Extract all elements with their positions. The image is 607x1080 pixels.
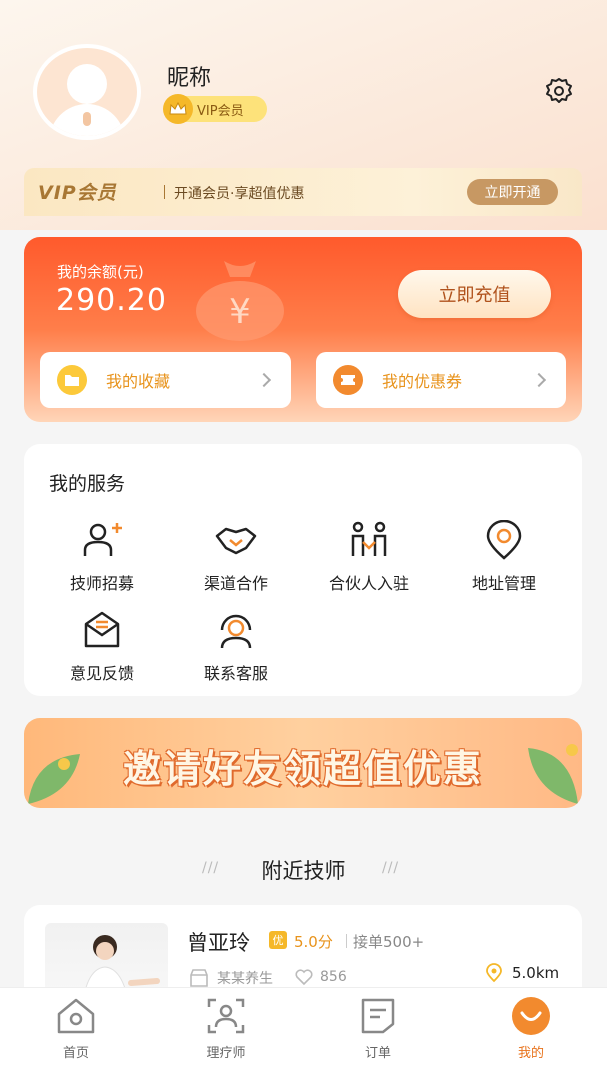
vip-bar-divider — [164, 185, 165, 199]
service-technician-recruit[interactable]: 技师招募 — [42, 520, 162, 594]
balance-label: 我的余额(元) — [57, 263, 144, 281]
tab-label: 首页 — [62, 1046, 89, 1061]
add-user-icon — [83, 523, 122, 556]
avatar-tie-shape — [83, 112, 91, 126]
technician-shop: 某某养生 — [189, 968, 273, 988]
avatar-head-shape — [67, 64, 107, 104]
partners-icon — [351, 521, 387, 556]
folder-icon — [57, 365, 87, 395]
therapist-icon — [204, 996, 248, 1036]
vip-promo-bar[interactable]: VIP会员 开通会员·享超值优惠 立即开通 — [24, 168, 582, 216]
order-icon — [356, 996, 400, 1036]
service-contact-support[interactable]: 联系客服 — [176, 610, 296, 684]
balance-card: ¥ 我的余额(元) 290.20 立即充值 我的收藏 我的优惠券 — [24, 237, 582, 422]
vip-bar-description: 开通会员·享超值优惠 — [174, 186, 305, 202]
tab-mine[interactable]: 我的 — [481, 996, 581, 1061]
avatar[interactable] — [33, 44, 141, 140]
technician-distance: 5.0km — [484, 963, 559, 983]
my-coupons-button[interactable]: 我的优惠券 — [316, 352, 566, 408]
recharge-button[interactable]: 立即充值 — [398, 270, 551, 318]
my-favorites-label: 我的收藏 — [106, 372, 171, 391]
svg-text:¥: ¥ — [229, 292, 251, 332]
technician-orders: 接单500+ — [353, 933, 425, 951]
tab-label: 我的 — [517, 1046, 544, 1061]
distance-value: 5.0km — [512, 964, 560, 982]
store-icon — [190, 969, 208, 987]
service-label: 技师招募 — [69, 574, 134, 593]
service-feedback[interactable]: 意见反馈 — [42, 610, 162, 684]
quality-tag: 优 — [269, 931, 287, 949]
handshake-icon — [215, 527, 257, 555]
vip-status-badge: VIP会员 — [163, 94, 267, 124]
service-label: 合伙人入驻 — [328, 574, 409, 593]
my-coupons-label: 我的优惠券 — [382, 372, 463, 391]
tab-therapist[interactable]: 理疗师 — [176, 996, 276, 1061]
location-icon — [486, 519, 522, 560]
service-label: 地址管理 — [471, 574, 536, 593]
likes-count: 856 — [320, 969, 347, 985]
invite-friends-banner[interactable]: 邀请好友领超值优惠 — [24, 718, 582, 808]
banner-text: 邀请好友领超值优惠 — [122, 747, 483, 791]
headset-icon — [220, 614, 252, 649]
services-title: 我的服务 — [49, 473, 126, 495]
divider — [346, 934, 347, 948]
title-decoration-right: /// — [382, 860, 400, 876]
service-label: 意见反馈 — [69, 664, 134, 683]
bottom-tab-bar: 首页 理疗师 订单 我的 — [0, 987, 607, 1080]
vip-bar-title: VIP会员 — [38, 182, 117, 204]
chevron-right-icon — [256, 372, 272, 388]
tab-label: 理疗师 — [206, 1046, 246, 1061]
smile-icon — [509, 996, 553, 1036]
balance-amount: 290.20 — [56, 283, 167, 318]
feedback-icon — [84, 611, 120, 648]
nickname[interactable]: 昵称 — [167, 60, 211, 92]
tab-orders[interactable]: 订单 — [328, 996, 428, 1061]
service-label: 联系客服 — [203, 664, 268, 683]
location-icon — [486, 963, 502, 983]
tab-home[interactable]: 首页 — [26, 996, 126, 1061]
service-address-management[interactable]: 地址管理 — [444, 519, 564, 594]
technician-name: 曾亚玲 — [187, 931, 250, 955]
home-icon — [54, 996, 98, 1036]
open-vip-button[interactable]: 立即开通 — [467, 179, 558, 205]
service-partner-join[interactable]: 合伙人入驻 — [309, 520, 429, 594]
heart-icon — [295, 969, 313, 986]
technician-score: 5.0分 — [294, 933, 333, 951]
tab-label: 订单 — [364, 1046, 391, 1061]
money-bag-icon: ¥ — [196, 261, 284, 341]
coupon-icon — [333, 365, 363, 395]
nearby-technicians-title: 附近技师 — [261, 859, 346, 883]
service-label: 渠道合作 — [203, 574, 268, 593]
service-channel-cooperation[interactable]: 渠道合作 — [176, 520, 296, 594]
shop-name: 某某养生 — [217, 971, 273, 987]
chevron-right-icon — [531, 372, 547, 388]
my-favorites-button[interactable]: 我的收藏 — [40, 352, 291, 408]
gear-icon[interactable] — [543, 75, 575, 107]
my-services-panel: 我的服务 技师招募 渠道合作 合伙人入驻 地址管理 意见反馈 联系客服 — [24, 444, 582, 696]
technician-likes: 856 — [294, 968, 347, 986]
crown-icon — [163, 94, 193, 124]
vip-badge-label: VIP会员 — [197, 103, 244, 119]
